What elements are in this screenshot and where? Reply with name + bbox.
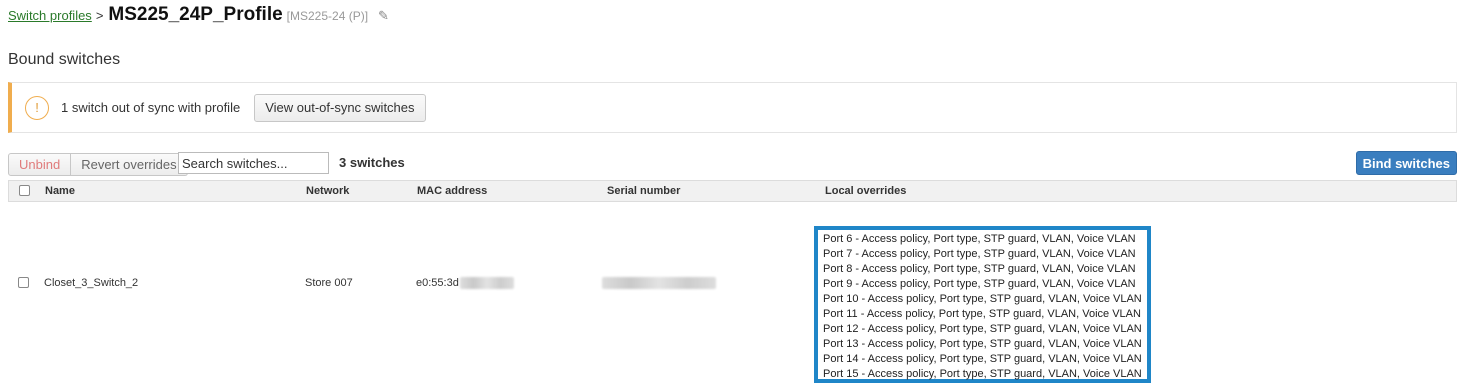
- out-of-sync-alert: ! 1 switch out of sync with profile View…: [8, 82, 1457, 133]
- override-item: Port 14 - Access policy, Port type, STP …: [823, 353, 1142, 365]
- switch-name-link[interactable]: Closet_3_Switch_2: [44, 277, 138, 289]
- column-header-network[interactable]: Network: [306, 185, 349, 197]
- switch-count: 3 switches: [339, 155, 405, 170]
- override-item: Port 12 - Access policy, Port type, STP …: [823, 323, 1142, 335]
- page-title: MS225_24P_Profile: [108, 4, 283, 25]
- unbind-button[interactable]: Unbind: [8, 153, 72, 176]
- override-item: Port 7 - Access policy, Port type, STP g…: [823, 248, 1136, 260]
- override-item: Port 9 - Access policy, Port type, STP g…: [823, 278, 1136, 290]
- override-item: Port 8 - Access policy, Port type, STP g…: [823, 263, 1136, 275]
- column-header-name[interactable]: Name: [45, 185, 75, 197]
- redacted-serial: [602, 277, 716, 290]
- section-title: Bound switches: [8, 51, 121, 68]
- override-item: Port 10 - Access policy, Port type, STP …: [823, 293, 1142, 305]
- warning-circle-icon: !: [25, 95, 49, 120]
- bind-switches-button[interactable]: Bind switches: [1355, 151, 1457, 175]
- override-item: Port 6 - Access policy, Port type, STP g…: [823, 233, 1136, 245]
- redacted-mac: [459, 277, 514, 290]
- override-item: Port 15 - Access policy, Port type, STP …: [823, 368, 1142, 380]
- pencil-icon[interactable]: ✎: [378, 8, 389, 24]
- local-overrides-list: Port 6 - Access policy, Port type, STP g…: [814, 226, 1151, 383]
- table-header: Name Network MAC address Serial number L…: [8, 180, 1457, 202]
- column-header-local-overrides[interactable]: Local overrides: [825, 185, 906, 197]
- switches-table: Name Network MAC address Serial number L…: [8, 180, 1457, 383]
- mac-value: e0:55:3d: [416, 277, 459, 289]
- override-item: Port 13 - Access policy, Port type, STP …: [823, 338, 1142, 350]
- revert-overrides-button[interactable]: Revert overrides: [71, 153, 188, 176]
- breadcrumb: Switch profiles > MS225_24P_Profile [MS2…: [8, 4, 389, 26]
- mac-cell: e0:55:3d: [416, 277, 514, 290]
- network-cell: Store 007: [305, 277, 353, 289]
- column-header-serial[interactable]: Serial number: [607, 185, 680, 197]
- view-out-of-sync-button[interactable]: View out-of-sync switches: [254, 93, 426, 122]
- bulk-action-group: Unbind Revert overrides: [8, 153, 188, 176]
- column-header-mac[interactable]: MAC address: [417, 185, 487, 197]
- model-label: [MS225-24 (P)]: [286, 9, 369, 23]
- search-input[interactable]: [178, 152, 329, 174]
- serial-cell: [602, 277, 716, 290]
- breadcrumb-separator: >: [95, 8, 104, 23]
- table-toolbar: Unbind Revert overrides 3 switches Bind …: [8, 151, 1457, 176]
- breadcrumb-switch-profiles-link[interactable]: Switch profiles: [8, 8, 92, 23]
- row-checkbox[interactable]: [18, 277, 29, 288]
- override-item: Port 11 - Access policy, Port type, STP …: [823, 308, 1141, 320]
- alert-message: 1 switch out of sync with profile: [61, 100, 241, 115]
- select-all-checkbox[interactable]: [19, 185, 30, 196]
- table-row[interactable]: Closet_3_Switch_2 Store 007 e0:55:3d Por…: [8, 202, 1457, 383]
